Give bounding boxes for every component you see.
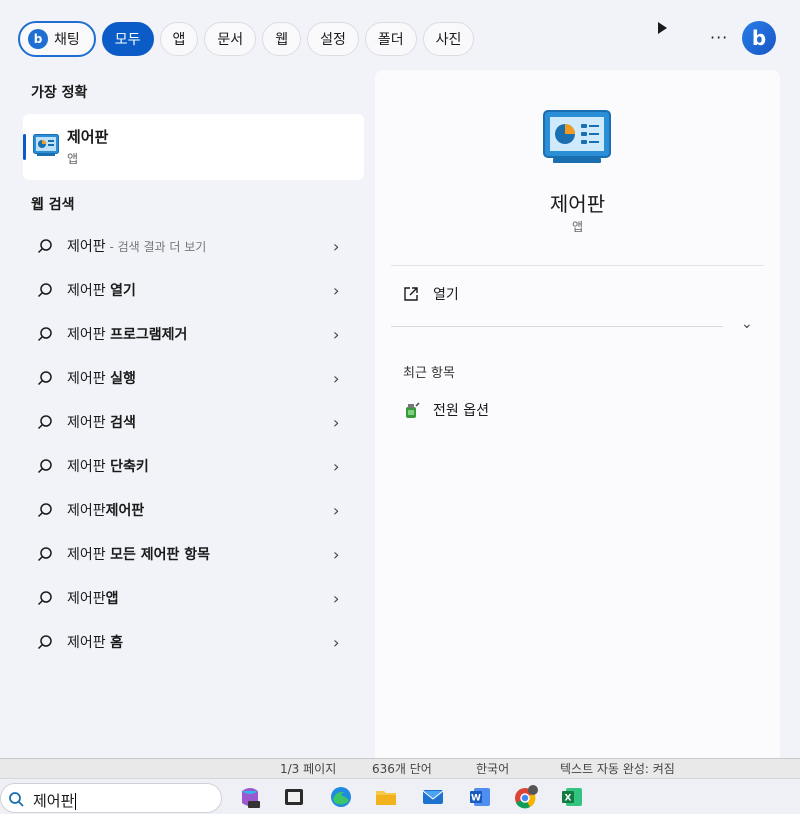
divider <box>391 326 723 327</box>
control-panel-icon <box>33 134 59 156</box>
taskbar-search-input[interactable]: 제어판 <box>0 783 222 813</box>
text-caret <box>75 793 77 810</box>
web-search-item-text: 제어판 모든 제어판 항목 <box>67 547 211 563</box>
tab-settings[interactable]: 설정 <box>307 22 359 56</box>
copilot-icon[interactable] <box>238 785 262 809</box>
chevron-right-icon: › <box>333 544 340 564</box>
web-search-item-text: 제어판제어판 <box>67 503 145 519</box>
tab-apps[interactable]: 앱 <box>159 22 199 56</box>
web-search-item[interactable]: 제어판 실행 › <box>23 356 364 400</box>
web-search-item[interactable]: 제어판 홈 › <box>23 620 364 664</box>
web-search-item[interactable]: 제어판제어판 › <box>23 488 364 532</box>
web-search-item[interactable]: 제어판 단축키 › <box>23 444 364 488</box>
filter-bar: b 채팅 모두 앱 문서 웹 설정 폴더 사진 <box>18 21 475 57</box>
word-status-bar: 1/3 페이지 636개 단어 한국어 텍스트 자동 완성: 켜짐 <box>0 758 800 778</box>
chevron-right-icon: › <box>333 456 340 476</box>
chevron-right-icon: › <box>333 324 340 344</box>
web-search-item-text: 제어판앱 <box>67 591 119 607</box>
text-prediction: 텍스트 자동 완성: 켜짐 <box>560 762 675 776</box>
search-icon <box>37 459 52 474</box>
edge-icon[interactable] <box>329 785 353 809</box>
open-action[interactable]: 열기 <box>403 284 459 304</box>
web-search-item[interactable]: 제어판 모든 제어판 항목 › <box>23 532 364 576</box>
web-search-item[interactable]: 제어판 프로그램제거 › <box>23 312 364 356</box>
chat-label: 채팅 <box>54 32 80 48</box>
web-search-item-text: 제어판 검색 <box>67 415 136 431</box>
tab-photos[interactable]: 사진 <box>422 22 475 56</box>
excel-icon[interactable]: X <box>560 785 584 809</box>
recent-item-label: 전원 옵션 <box>433 403 489 419</box>
web-search-item-text: 제어판 - 검색 결과 더 보기 <box>67 239 207 255</box>
chevron-right-icon: › <box>333 500 340 520</box>
chevron-right-icon: › <box>333 236 340 256</box>
best-match-heading: 가장 정확 <box>31 85 88 101</box>
svg-text:X: X <box>565 794 572 804</box>
chevron-right-icon: › <box>333 588 340 608</box>
web-search-item[interactable]: 제어판앱 › <box>23 576 364 620</box>
search-icon <box>37 283 52 298</box>
web-search-item-text: 제어판 실행 <box>67 371 136 387</box>
search-icon <box>9 792 24 807</box>
web-search-item[interactable]: 제어판 열기 › <box>23 268 364 312</box>
search-icon <box>37 635 52 650</box>
best-match-subtitle: 앱 <box>67 152 79 166</box>
tab-web[interactable]: 웹 <box>262 22 302 56</box>
expand-chevron-icon[interactable]: ⌄ <box>741 316 753 332</box>
word-count: 636개 단어 <box>372 762 432 776</box>
selection-indicator <box>23 134 26 160</box>
chrome-icon[interactable] <box>514 785 538 809</box>
recent-item-power-options[interactable]: 전원 옵션 <box>403 400 489 420</box>
detail-pane: 제어판 앱 열기 ⌄ 최근 항목 전원 옵션 <box>375 70 780 758</box>
search-icon <box>37 239 52 254</box>
web-search-heading: 웹 검색 <box>31 197 75 213</box>
chevron-right-icon: › <box>333 368 340 388</box>
tab-all[interactable]: 모두 <box>101 22 154 56</box>
taskbar: 제어판 W X <box>0 778 800 814</box>
web-search-item-text: 제어판 프로그램제거 <box>67 327 188 343</box>
web-search-item[interactable]: 제어판 검색 › <box>23 400 364 444</box>
page-count: 1/3 페이지 <box>280 762 337 776</box>
web-search-item-text: 제어판 홈 <box>67 635 123 651</box>
mail-icon[interactable] <box>421 785 445 809</box>
detail-title: 제어판 <box>549 192 606 216</box>
more-options-button[interactable]: ··· <box>710 28 728 47</box>
open-label: 열기 <box>433 287 459 303</box>
chevron-right-icon: › <box>333 632 340 652</box>
search-flyout: b 채팅 모두 앱 문서 웹 설정 폴더 사진 ··· b 가장 정확 제어판 … <box>0 0 800 758</box>
tab-documents[interactable]: 문서 <box>204 22 257 56</box>
web-search-list: 제어판 - 검색 결과 더 보기 › 제어판 열기 › 제어판 프로그램제거 › 제어판 실… <box>23 224 364 664</box>
chevron-right-icon: › <box>333 280 340 300</box>
search-value: 제어판 <box>33 792 77 810</box>
bing-icon: b <box>28 29 48 49</box>
best-match-title: 제어판 <box>67 128 109 146</box>
search-icon <box>37 327 52 342</box>
file-explorer-icon[interactable] <box>374 785 398 809</box>
word-icon[interactable]: W <box>468 785 492 809</box>
search-icon <box>37 503 52 518</box>
bing-chat-icon[interactable]: b <box>742 21 776 55</box>
search-icon <box>37 547 52 562</box>
detail-subtitle: 앱 <box>571 220 584 234</box>
web-search-item-text: 제어판 열기 <box>67 283 136 299</box>
search-icon <box>37 591 52 606</box>
svg-text:W: W <box>471 794 481 804</box>
language: 한국어 <box>476 762 510 776</box>
control-panel-large-icon <box>543 110 611 163</box>
recent-heading: 최근 항목 <box>403 366 455 381</box>
web-search-item-text: 제어판 단축키 <box>67 459 149 475</box>
search-icon <box>37 371 52 386</box>
power-options-icon <box>406 402 420 418</box>
divider <box>391 265 764 266</box>
best-match-result[interactable]: 제어판 앱 <box>23 114 364 180</box>
chevron-right-icon: › <box>333 412 340 432</box>
more-filters-button[interactable] <box>650 22 667 34</box>
play-icon <box>658 22 667 34</box>
task-view-icon[interactable] <box>282 785 306 809</box>
tab-folders[interactable]: 폴더 <box>364 22 417 56</box>
search-icon <box>37 415 52 430</box>
chat-button[interactable]: b 채팅 <box>18 21 96 57</box>
web-search-item[interactable]: 제어판 - 검색 결과 더 보기 › <box>23 224 364 268</box>
open-external-icon <box>404 287 418 301</box>
